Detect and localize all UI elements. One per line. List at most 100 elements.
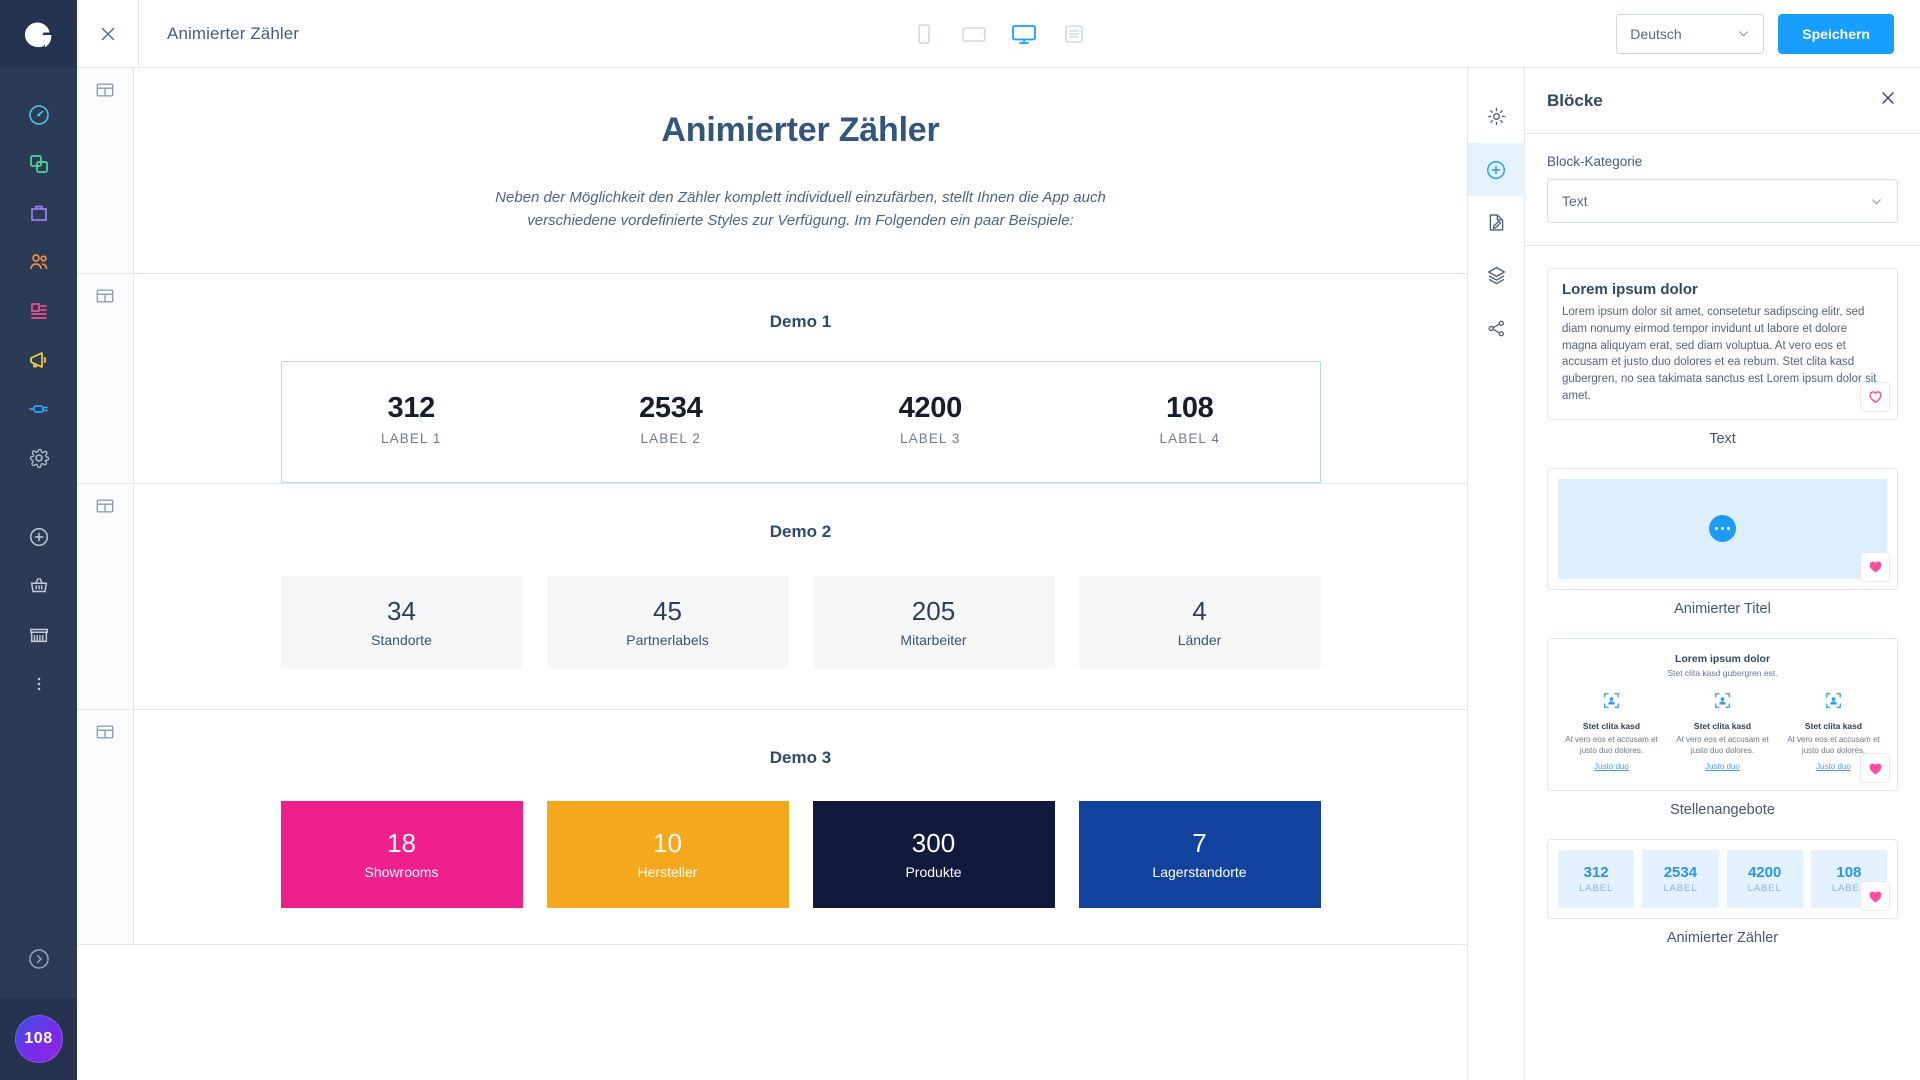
demo3-counter-block[interactable]: 18 Showrooms 10 Hersteller 300 Produkte xyxy=(280,800,1321,944)
section-handle[interactable] xyxy=(77,273,134,483)
device-form-button[interactable] xyxy=(1059,19,1089,49)
editor-stage: Animierter Zähler Neben der Möglichkeit … xyxy=(77,68,1468,1080)
counter-value: 45 xyxy=(653,596,682,626)
chevron-down-icon xyxy=(1739,31,1749,37)
block-card[interactable]: Lorem ipsum dolor Lorem ipsum dolor sit … xyxy=(1547,268,1898,420)
rail-item-settings[interactable] xyxy=(1468,90,1525,143)
counter-value: 2534 xyxy=(1663,864,1698,882)
sidebar-item-settings[interactable] xyxy=(14,433,64,482)
plus-circle-icon xyxy=(29,527,48,546)
favorite-button[interactable] xyxy=(1860,753,1890,784)
block-card[interactable]: Lorem ipsum dolor Stet clita kasd guberg… xyxy=(1547,637,1898,792)
gear-icon xyxy=(1487,107,1505,126)
users-icon xyxy=(29,253,47,269)
block-card[interactable]: 312 LABEL 2534 LABEL 4200 LABEL 108 LABE… xyxy=(1547,839,1898,920)
section-layout-icon xyxy=(96,724,114,739)
sidebar-item-add[interactable] xyxy=(14,512,64,561)
block-preview-text[interactable]: Lorem ipsum dolor Lorem ipsum dolor sit … xyxy=(1547,268,1898,447)
demo1-title: Demo 1 xyxy=(769,311,832,331)
favorite-button[interactable] xyxy=(1860,381,1890,412)
cms-section-hero[interactable]: Animierter Zähler Neben der Möglichkeit … xyxy=(77,68,1467,274)
briefcase-icon xyxy=(30,205,47,221)
cms-section-demo3[interactable]: Demo 3 18 Showrooms 10 Hersteller 300 Pr… xyxy=(77,709,1467,945)
sidebar-expand-button[interactable] xyxy=(0,920,77,998)
counter-value: 4200 xyxy=(1747,864,1782,882)
demo2-title: Demo 2 xyxy=(769,521,832,541)
blocks-panel-close-button[interactable] xyxy=(1878,88,1898,113)
sidebar-item-customers[interactable] xyxy=(14,237,64,286)
ellipsis-badge-icon xyxy=(1709,515,1736,543)
jobs-column-link[interactable]: Justo duo xyxy=(1816,762,1851,771)
user-avatar-wrap[interactable]: 108 xyxy=(0,998,77,1080)
counter-label: LABEL 2 xyxy=(640,430,701,446)
rail-item-edit[interactable] xyxy=(1468,196,1525,249)
blocks-list[interactable]: Lorem ipsum dolor Lorem ipsum dolor sit … xyxy=(1525,246,1920,1080)
demo3-title: Demo 3 xyxy=(769,747,832,767)
section-content: Demo 1 312 LABEL 1 2534 LABEL 2 4200 LAB… xyxy=(134,274,1467,483)
demo2-counter-block[interactable]: 34 Standorte 45 Partnerlabels 205 Mitarb… xyxy=(280,575,1321,709)
jobs-column-text: At vero eos et accusam et justo duo dolo… xyxy=(1676,734,1769,755)
cms-section-demo2[interactable]: Demo 2 34 Standorte 45 Partnerlabels 205… xyxy=(77,483,1467,710)
counter-label: Lagerstandorte xyxy=(1152,864,1247,880)
sidebar-item-catalogues[interactable] xyxy=(14,139,64,188)
blocks-panel-title: Blöcke xyxy=(1547,90,1603,110)
block-name: Text xyxy=(1709,430,1736,447)
sidebar-item-extensions[interactable] xyxy=(14,384,64,433)
counter-item: 34 Standorte xyxy=(280,575,523,669)
jobs-subheading: Stet clita kasd gubergren est. xyxy=(1667,667,1778,678)
device-mobile-button[interactable] xyxy=(909,19,939,49)
device-desktop-button[interactable] xyxy=(1009,19,1039,49)
counter-value: 300 xyxy=(911,828,956,858)
section-handle[interactable] xyxy=(77,483,134,709)
close-icon xyxy=(101,27,114,40)
block-category-select[interactable]: Text xyxy=(1547,179,1898,223)
rail-item-layers[interactable] xyxy=(1468,249,1525,302)
demo1-counter-block[interactable]: 312 LABEL 1 2534 LABEL 2 4200 LABEL 3 10… xyxy=(280,360,1321,483)
basket-icon xyxy=(30,577,47,592)
sidebar-item-orders[interactable] xyxy=(14,188,64,237)
sidebar-item-marketing[interactable] xyxy=(14,335,64,384)
jobs-column: Stet clita kasd At vero eos et accusam e… xyxy=(1560,691,1663,774)
sidebar-item-store[interactable] xyxy=(14,610,64,659)
counter-item: 312 LABEL 1 xyxy=(282,392,542,446)
counter-item: 18 Showrooms xyxy=(280,800,523,908)
block-preview-animated-counter[interactable]: 312 LABEL 2534 LABEL 4200 LABEL 108 LABE… xyxy=(1547,839,1898,946)
counter-item: 10 Hersteller xyxy=(546,800,789,908)
jobs-column-title: Stet clita kasd xyxy=(1582,720,1641,731)
counter-label: LABEL 1 xyxy=(381,430,442,446)
shopware-logo[interactable] xyxy=(0,0,77,68)
cms-section-demo1[interactable]: Demo 1 312 LABEL 1 2534 LABEL 2 4200 LAB… xyxy=(77,273,1467,484)
sidebar-item-basket[interactable] xyxy=(14,561,64,610)
counter-item: 7 Lagerstandorte xyxy=(1078,800,1321,908)
favorite-button[interactable] xyxy=(1860,881,1890,912)
favorite-button[interactable] xyxy=(1860,551,1890,582)
block-card[interactable] xyxy=(1547,467,1898,590)
block-category-label: Block-Kategorie xyxy=(1547,154,1643,169)
block-preview-animated-title[interactable]: Animierter Titel xyxy=(1547,467,1898,617)
sidebar-item-content[interactable] xyxy=(14,286,64,335)
block-preview-jobs[interactable]: Lorem ipsum dolor Stet clita kasd guberg… xyxy=(1547,637,1898,818)
rail-item-share[interactable] xyxy=(1468,302,1525,355)
counter-label: LABEL 4 xyxy=(1159,430,1220,446)
sidebar-item-more[interactable] xyxy=(14,659,64,708)
counter-value: 205 xyxy=(911,596,956,626)
counter-item: 4200 LABEL 3 xyxy=(801,392,1061,446)
block-name: Animierter Titel xyxy=(1674,600,1771,617)
section-handle[interactable] xyxy=(77,68,134,273)
jobs-column-link[interactable]: Justo duo xyxy=(1594,762,1629,771)
counter-label: Länder xyxy=(1177,632,1222,648)
block-card-inner: Lorem ipsum dolor Stet clita kasd guberg… xyxy=(1548,639,1897,790)
avatar[interactable]: 108 xyxy=(14,1015,63,1063)
section-handle[interactable] xyxy=(77,709,134,944)
section-content: Demo 2 34 Standorte 45 Partnerlabels 205… xyxy=(134,484,1467,709)
save-button[interactable]: Speichern xyxy=(1778,13,1894,54)
close-icon xyxy=(1882,92,1894,104)
rail-item-blocks[interactable] xyxy=(1467,143,1525,196)
jobs-column-link[interactable]: Justo duo xyxy=(1705,762,1740,771)
block-category-value: Text xyxy=(1562,193,1588,209)
language-select[interactable]: Deutsch xyxy=(1616,13,1765,54)
sidebar-item-dashboard[interactable] xyxy=(14,90,64,139)
megaphone-icon xyxy=(29,351,46,368)
close-editor-button[interactable] xyxy=(77,0,139,68)
device-tablet-button[interactable] xyxy=(959,19,989,49)
